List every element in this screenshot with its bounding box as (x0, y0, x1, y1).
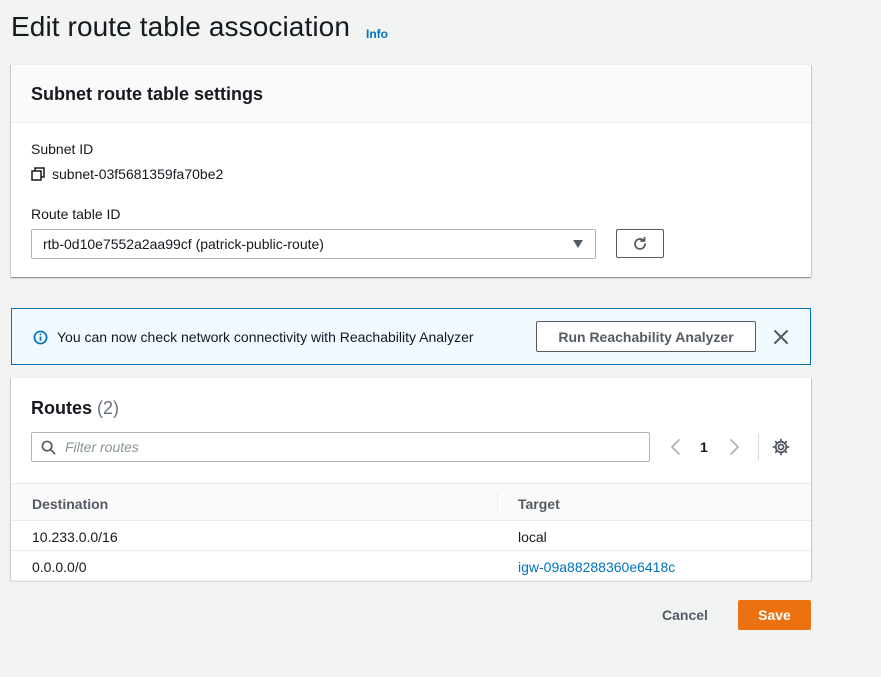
route-table-id-label: Route table ID (31, 206, 121, 222)
save-button[interactable]: Save (738, 600, 811, 630)
route-destination: 10.233.0.0/16 (32, 529, 118, 545)
routes-count: (2) (97, 398, 120, 418)
subnet-id-value: subnet-03f5681359fa70be2 (31, 166, 223, 182)
page-number[interactable]: 1 (700, 439, 708, 455)
cancel-button[interactable]: Cancel (652, 600, 718, 630)
subnet-id-label: Subnet ID (31, 141, 94, 157)
page-title: Edit route table association (11, 11, 351, 42)
routes-title: Routes (31, 398, 93, 418)
routes-heading: Routes (2) (31, 398, 119, 419)
panel-heading: Subnet route table settings (31, 84, 264, 104)
subnet-id-text: subnet-03f5681359fa70be2 (52, 166, 224, 182)
column-header-target[interactable]: Target (518, 496, 560, 512)
refresh-button[interactable] (616, 229, 664, 258)
route-table-select[interactable]: rtb-0d10e7552a2aa99cf (patrick-public-ro… (31, 229, 596, 259)
gear-icon[interactable] (772, 438, 790, 456)
run-reachability-analyzer-button[interactable]: Run Reachability Analyzer (536, 321, 756, 352)
filter-routes-input[interactable] (65, 437, 625, 457)
chevron-right-icon[interactable] (726, 438, 742, 456)
route-target: local (518, 529, 547, 545)
route-table-selected-value: rtb-0d10e7552a2aa99cf (patrick-public-ro… (43, 236, 324, 252)
subnet-route-table-settings-panel: Subnet route table settings Subnet ID su… (11, 64, 811, 277)
panel-header: Subnet route table settings (11, 65, 811, 123)
banner-message: You can now check network connectivity w… (57, 329, 474, 345)
chevron-left-icon[interactable] (668, 438, 684, 456)
table-row: 10.233.0.0/16 local (11, 521, 811, 551)
table-row: 0.0.0.0/0 igw-09a88288360e6418c (11, 551, 811, 581)
route-destination: 0.0.0.0/0 (32, 559, 87, 575)
column-divider (497, 493, 498, 513)
route-target-link[interactable]: igw-09a88288360e6418c (518, 559, 675, 575)
refresh-icon (634, 236, 646, 250)
routes-panel: Routes (2) 1 Destination Target 10.233.0… (11, 377, 811, 581)
info-link[interactable]: Info (366, 27, 388, 41)
routes-table: Destination Target 10.233.0.0/16 local 0… (11, 483, 811, 581)
search-icon (41, 440, 56, 455)
pager-divider (758, 434, 759, 460)
close-icon[interactable] (772, 328, 790, 346)
column-header-destination[interactable]: Destination (32, 496, 108, 512)
filter-routes-field[interactable] (31, 432, 650, 462)
reachability-banner: You can now check network connectivity w… (11, 308, 811, 365)
copy-icon[interactable] (31, 167, 45, 181)
info-icon (33, 330, 48, 345)
caret-down-icon (573, 240, 583, 248)
table-header: Destination Target (11, 483, 811, 521)
